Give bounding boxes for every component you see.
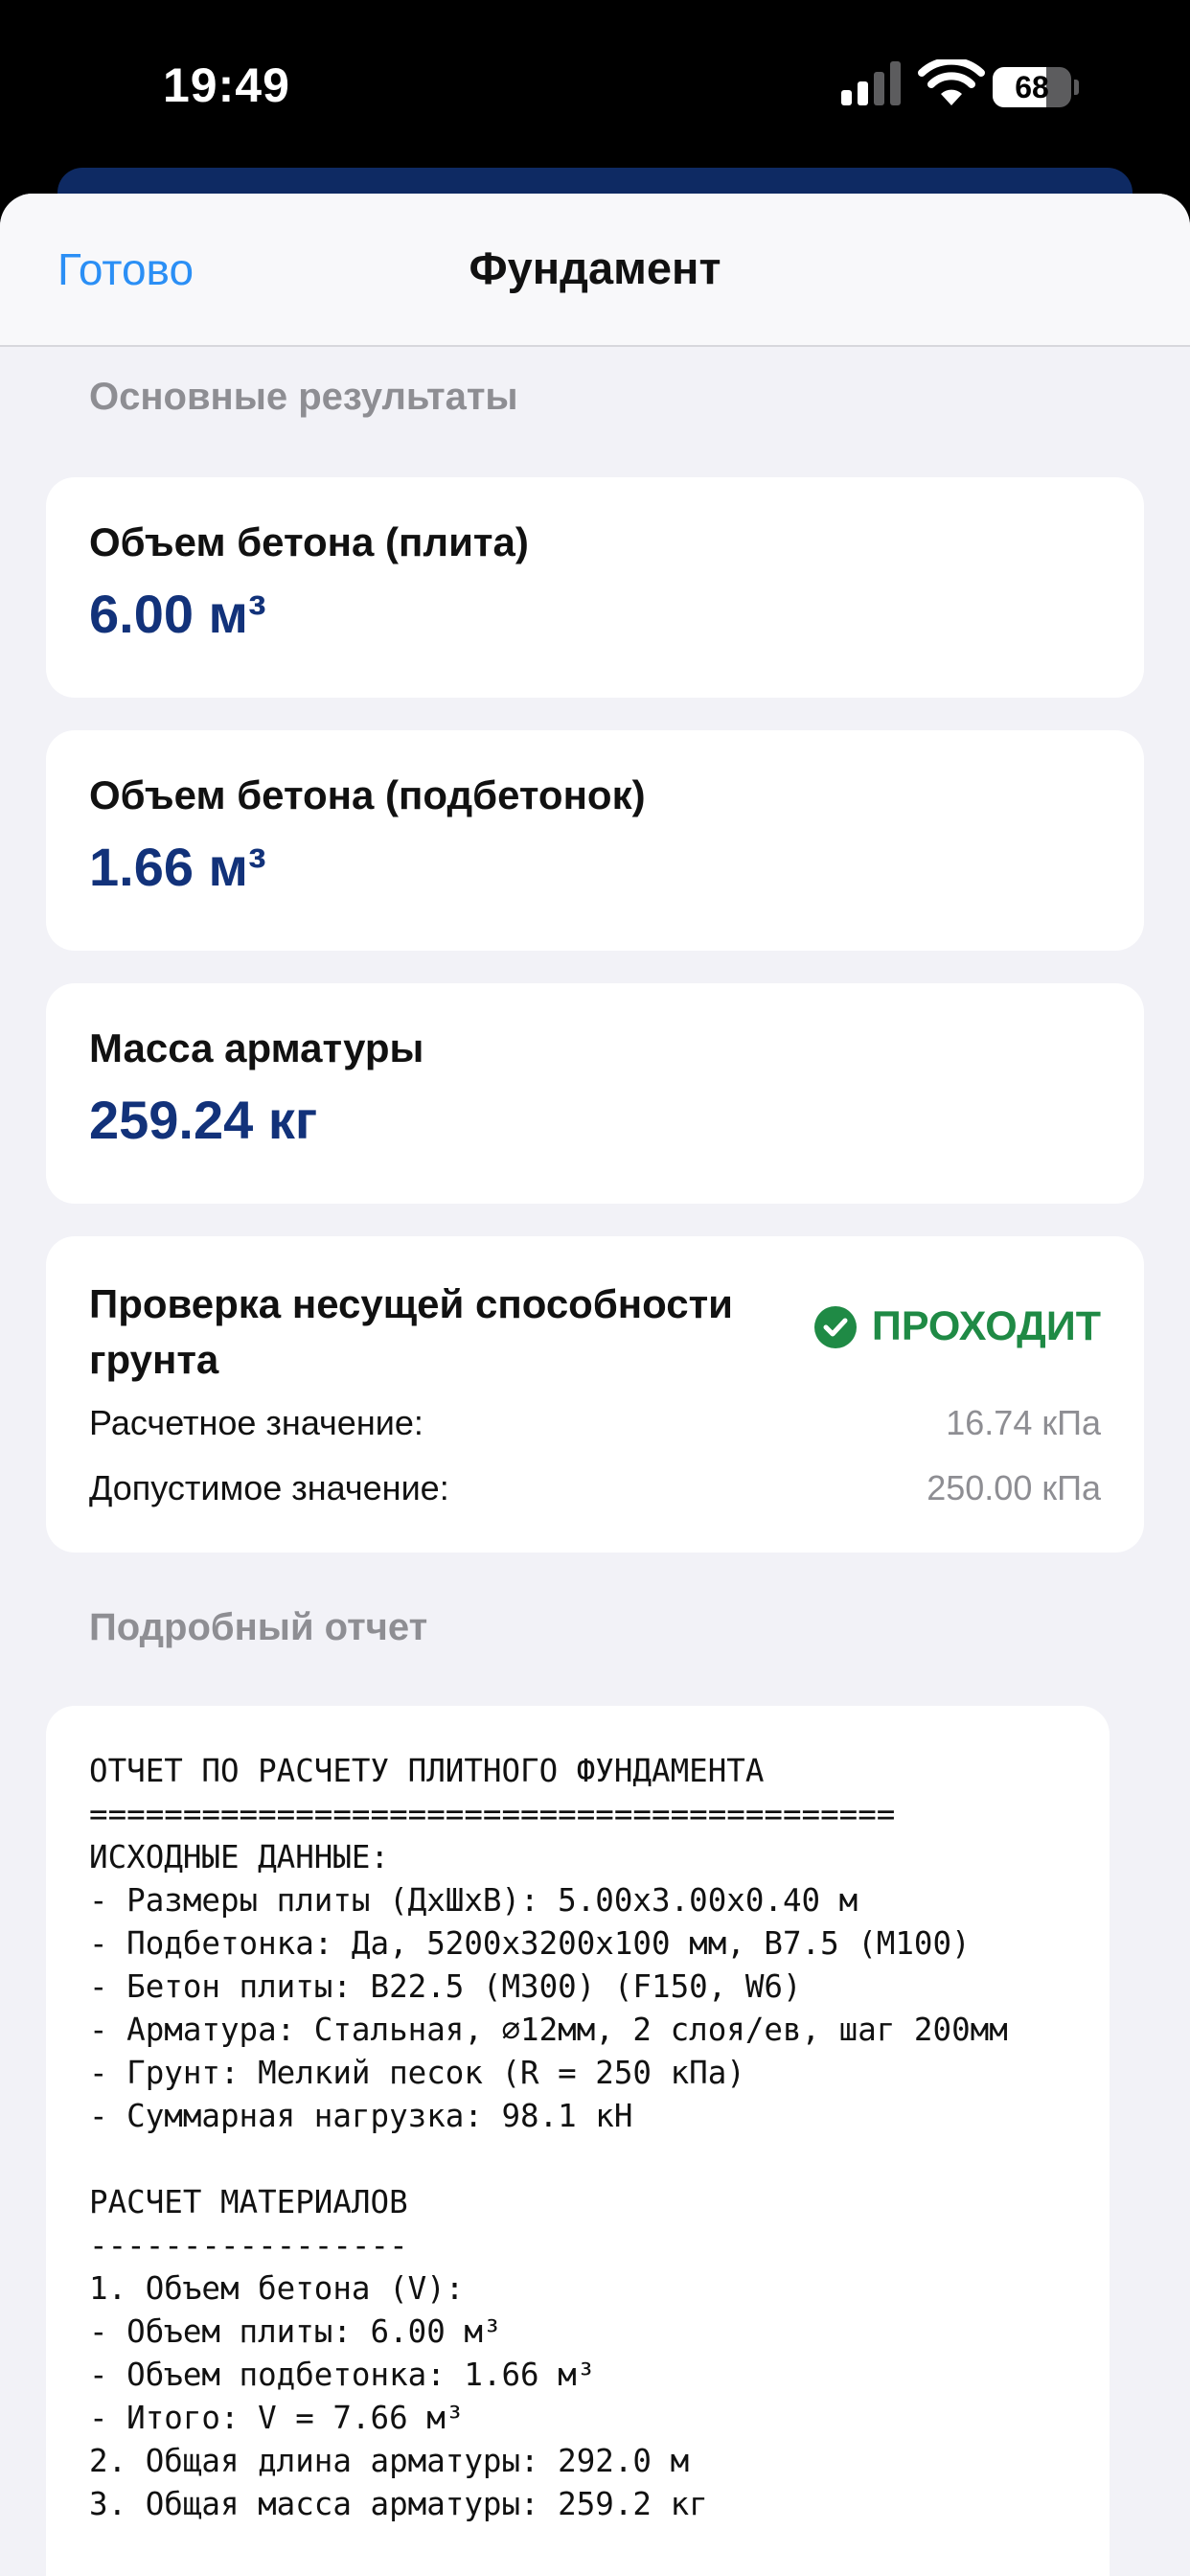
checkmark-circle-icon bbox=[813, 1305, 857, 1348]
result-card-slab-concrete: Объем бетона (плита) 6.00 м³ bbox=[46, 477, 1144, 698]
battery-icon: 68 bbox=[993, 67, 1079, 107]
page-title: Фундамент bbox=[469, 242, 721, 293]
modal-sheet: Готово Фундамент Основные результаты Объ… bbox=[0, 194, 1190, 2576]
status-text: ПРОХОДИТ bbox=[871, 1303, 1101, 1349]
report-card[interactable]: ОТЧЕТ ПО РАСЧЕТУ ПЛИТНОГО ФУНДАМЕНТА ===… bbox=[46, 1706, 1110, 2576]
report-text: ОТЧЕТ ПО РАСЧЕТУ ПЛИТНОГО ФУНДАМЕНТА ===… bbox=[89, 1753, 1008, 2522]
wifi-icon bbox=[918, 59, 985, 105]
status-bar: 19:49 68 bbox=[0, 0, 1190, 182]
result-value: 259.24 кг bbox=[89, 1090, 318, 1150]
result-value: 6.00 м³ bbox=[89, 584, 266, 644]
bearing-check-title: Проверка несущей способности грунта bbox=[89, 1281, 733, 1382]
allowable-value: 250.00 кПа bbox=[927, 1468, 1101, 1507]
calculated-value: 16.74 кПа bbox=[946, 1403, 1101, 1442]
result-label: Объем бетона (подбетонок) bbox=[89, 772, 646, 817]
result-card-rebar-mass: Масса арматуры 259.24 кг bbox=[46, 983, 1144, 1204]
section-header-detailed-report: Подробный отчет bbox=[89, 1606, 428, 1648]
bearing-capacity-card: Проверка несущей способности грунта ПРОХ… bbox=[46, 1236, 1144, 1552]
calculated-value-label: Расчетное значение: bbox=[89, 1403, 423, 1442]
result-label: Объем бетона (плита) bbox=[89, 519, 529, 564]
result-card-subbase-concrete: Объем бетона (подбетонок) 1.66 м³ bbox=[46, 730, 1144, 951]
section-header-main-results: Основные результаты bbox=[89, 376, 518, 418]
battery-level-label: 68 bbox=[1015, 70, 1049, 104]
allowable-value-label: Допустимое значение: bbox=[89, 1468, 449, 1507]
result-label: Масса арматуры bbox=[89, 1025, 424, 1070]
status-time: 19:49 bbox=[163, 58, 290, 112]
result-value: 1.66 м³ bbox=[89, 837, 266, 897]
navigation-bar: Готово Фундамент bbox=[0, 194, 1190, 347]
status-badge: ПРОХОДИТ bbox=[813, 1303, 1101, 1350]
cellular-signal-icon bbox=[841, 61, 901, 105]
